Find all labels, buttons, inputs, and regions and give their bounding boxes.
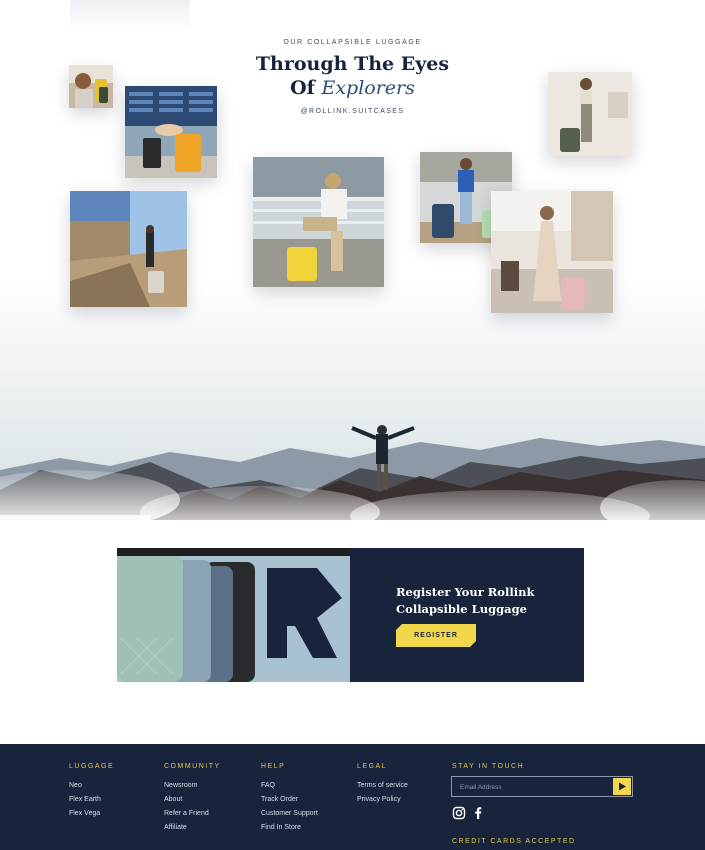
footer-link-about[interactable]: About xyxy=(164,793,221,807)
section-eyebrow: OUR COLLAPSIBLE LUGGAGE xyxy=(283,39,422,46)
footer-column-help: HELP FAQ Track Order Customer Support Fi… xyxy=(261,763,318,835)
ugc-photo-dress[interactable] xyxy=(491,191,613,313)
instagram-icon[interactable] xyxy=(452,806,466,820)
footer-heading: COMMUNITY xyxy=(164,763,221,770)
play-arrow-icon xyxy=(619,782,626,791)
ugc-photo-yellow-suitcase[interactable] xyxy=(253,157,384,287)
facebook-icon[interactable] xyxy=(471,806,485,820)
title-accent: Explorers xyxy=(321,77,415,99)
footer-heading: STAY IN TOUCH xyxy=(452,763,525,770)
ugc-photo-ruins[interactable] xyxy=(70,191,187,307)
register-heading-line2: Collapsible Luggage xyxy=(396,602,527,616)
register-heading-line1: Register Your Rollink xyxy=(396,585,535,599)
footer-link-faq[interactable]: FAQ xyxy=(261,779,318,793)
title-plain: Of xyxy=(290,77,322,99)
footer-link-customer-support[interactable]: Customer Support xyxy=(261,807,318,821)
ugc-photo-selfie[interactable] xyxy=(69,65,113,108)
footer-link-neo[interactable]: Neo xyxy=(69,779,114,793)
mountain-summit-scene xyxy=(0,330,705,545)
newsletter-submit-button[interactable] xyxy=(613,778,631,795)
credit-cards-heading: CREDIT CARDS ACCEPTED xyxy=(452,838,576,845)
ugc-photo-mirror-selfie[interactable] xyxy=(548,72,632,156)
ugc-photo-departures-board[interactable] xyxy=(125,86,217,178)
footer-heading: LUGGAGE xyxy=(69,763,115,770)
footer-heading: HELP xyxy=(261,763,286,770)
register-heading: Register Your Rollink Collapsible Luggag… xyxy=(396,584,566,618)
footer-link-track-order[interactable]: Track Order xyxy=(261,793,318,807)
previous-image-fade xyxy=(70,0,190,34)
footer-link-terms-of-service[interactable]: Terms of service xyxy=(357,779,408,793)
newsletter-form xyxy=(451,776,633,797)
footer-link-find-in-store[interactable]: Find In Store xyxy=(261,821,318,835)
footer-column-legal: LEGAL Terms of service Privacy Policy xyxy=(357,763,408,807)
register-button[interactable]: REGISTER xyxy=(396,624,476,647)
footer-column-luggage: LUGGAGE Neo Flex Earth Flex Vega xyxy=(69,763,114,821)
footer-link-newsroom[interactable]: Newsroom xyxy=(164,779,221,793)
footer-column-community: COMMUNITY Newsroom About Refer a Friend … xyxy=(164,763,221,835)
register-banner: Register Your Rollink Collapsible Luggag… xyxy=(117,548,584,682)
footer-link-refer-a-friend[interactable]: Refer a Friend xyxy=(164,807,221,821)
footer-link-affiliate[interactable]: Affiliate xyxy=(164,821,221,835)
collapsible-luggage-image xyxy=(117,548,350,682)
ugc-hero-section: OUR COLLAPSIBLE LUGGAGE Through The Eyes… xyxy=(0,0,705,545)
footer-link-flex-earth[interactable]: Flex Earth xyxy=(69,793,114,807)
footer-link-flex-vega[interactable]: Flex Vega xyxy=(69,807,114,821)
newsletter-email-input[interactable] xyxy=(460,780,610,794)
footer-heading: LEGAL xyxy=(357,763,388,770)
footer-link-privacy-policy[interactable]: Privacy Policy xyxy=(357,793,408,807)
